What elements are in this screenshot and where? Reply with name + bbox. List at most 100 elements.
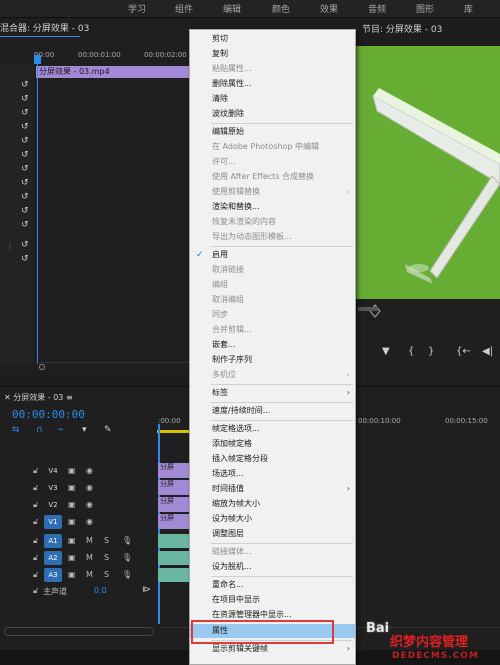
workspace-tab-effects[interactable]: 效果 bbox=[320, 2, 338, 15]
mute-button[interactable]: M bbox=[86, 553, 93, 562]
reset-icon[interactable]: ↺ bbox=[21, 206, 31, 216]
reset-icon[interactable]: ↺ bbox=[21, 136, 31, 146]
menu-item-replace-with-clip[interactable]: 使用剪辑替换 › bbox=[190, 185, 355, 199]
lock-icon[interactable]: 🔓︎ bbox=[33, 553, 38, 563]
timeline-title[interactable]: ✕ 分屏效果 - 03 ≡ bbox=[4, 392, 73, 403]
add-marker-icon[interactable]: ▼ bbox=[382, 346, 390, 357]
workspace-tab-libraries[interactable]: 库 bbox=[464, 2, 473, 15]
panel-menu-icon[interactable]: ≡ bbox=[66, 393, 73, 402]
workspace-tab-color[interactable]: 颜色 bbox=[272, 2, 290, 15]
lock-icon[interactable]: 🔓︎ bbox=[33, 466, 38, 476]
microphone-icon[interactable]: 🎙︎ bbox=[122, 536, 132, 545]
workspace-tab-learn[interactable]: 学习 bbox=[128, 2, 146, 15]
track-target-a1[interactable]: A1 bbox=[44, 534, 62, 548]
menu-item-edit-original[interactable]: 编辑原始 bbox=[190, 125, 355, 139]
menu-item-adjustment-layer[interactable]: 调整图层 bbox=[190, 527, 355, 541]
menu-item-ripple-delete[interactable]: 波纹删除 bbox=[190, 107, 355, 121]
reset-icon[interactable]: ↺ bbox=[21, 94, 31, 104]
lock-icon[interactable]: 🔓︎ bbox=[33, 500, 38, 510]
workspace-tab-editing[interactable]: 编辑 bbox=[223, 2, 241, 15]
effect-controls-scrollbar[interactable] bbox=[36, 362, 190, 370]
eye-icon[interactable]: ◉ bbox=[86, 483, 93, 492]
lock-icon[interactable]: 🔓︎ bbox=[33, 536, 38, 546]
lock-icon[interactable]: 🔓︎ bbox=[33, 586, 38, 596]
sync-lock-icon[interactable]: ▣ bbox=[68, 466, 76, 475]
reset-icon[interactable]: ↺ bbox=[21, 220, 31, 230]
menu-item-nest[interactable]: 嵌套... bbox=[190, 338, 355, 352]
eye-icon[interactable]: ◉ bbox=[86, 500, 93, 509]
menu-item-insert-frame-hold-segment[interactable]: 插入帧定格分段 bbox=[190, 452, 355, 466]
menu-item-license[interactable]: 许可... bbox=[190, 155, 355, 169]
menu-item-reveal-in-project[interactable]: 在项目中显示 bbox=[190, 593, 355, 607]
menu-item-time-interpolation[interactable]: 时间插值 › bbox=[190, 482, 355, 496]
track-target-v3[interactable]: V3 bbox=[44, 481, 62, 495]
lock-icon[interactable]: 🔓︎ bbox=[33, 570, 38, 580]
mute-button[interactable]: M bbox=[86, 536, 93, 545]
add-marker-icon[interactable]: ▾ bbox=[82, 425, 87, 435]
snap-magnet-icon[interactable]: ∩ bbox=[36, 425, 43, 435]
microphone-icon[interactable]: 🎙︎ bbox=[122, 553, 132, 562]
menu-item-copy[interactable]: 复制 bbox=[190, 47, 355, 61]
timeline-clip-v3[interactable]: 分屏 bbox=[158, 480, 190, 495]
sync-lock-icon[interactable]: ▣ bbox=[68, 536, 76, 545]
mark-in-icon[interactable]: { bbox=[408, 346, 414, 357]
effect-controls-title[interactable]: 混合器: 分屏效果 - 03 bbox=[0, 21, 89, 35]
timeline-clip-v1[interactable]: 分屏 bbox=[158, 514, 190, 529]
menu-item-frame-hold-options[interactable]: 帧定格选项... bbox=[190, 422, 355, 436]
timeline-clip-v4[interactable]: 分屏 bbox=[158, 463, 190, 478]
effect-controls-ruler[interactable]: 00:00 00:00:01:00 00:00:02:00 bbox=[34, 49, 190, 63]
menu-item-group[interactable]: 编组 bbox=[190, 278, 355, 292]
menu-item-merge-clips[interactable]: 合并剪辑... bbox=[190, 323, 355, 337]
menu-item-rename[interactable]: 重命名... bbox=[190, 578, 355, 592]
reset-icon[interactable]: ↺ bbox=[21, 80, 31, 90]
microphone-icon[interactable]: 🎙︎ bbox=[122, 570, 132, 579]
timeline-timecode[interactable]: 00:00:00:00 bbox=[12, 408, 85, 421]
reset-icon[interactable]: ↺ bbox=[21, 164, 31, 174]
track-target-a3[interactable]: A3 bbox=[44, 568, 62, 582]
track-target-v4[interactable]: V4 bbox=[44, 464, 62, 478]
menu-item-make-subsequence[interactable]: 制作子序列 bbox=[190, 353, 355, 367]
track-target-v2[interactable]: V2 bbox=[44, 498, 62, 512]
playhead-handle[interactable] bbox=[34, 55, 41, 64]
step-back-icon[interactable]: ◀| bbox=[482, 346, 493, 357]
menu-item-add-frame-hold[interactable]: 添加帧定格 bbox=[190, 437, 355, 451]
wrench-icon[interactable]: ✎ bbox=[104, 425, 112, 435]
solo-button[interactable]: S bbox=[104, 553, 109, 562]
sync-lock-icon[interactable]: ▣ bbox=[68, 570, 76, 579]
mark-out-icon[interactable]: } bbox=[428, 346, 434, 357]
menu-item-scale-to-frame-size[interactable]: 缩放为帧大小 bbox=[190, 497, 355, 511]
sync-lock-icon[interactable]: ▣ bbox=[68, 483, 76, 492]
menu-item-show-clip-keyframes[interactable]: 显示剪辑关键帧 › bbox=[190, 642, 355, 656]
sync-lock-icon[interactable]: ▣ bbox=[68, 500, 76, 509]
effect-controls-clip[interactable]: 分屏效果 - 03.mp4 bbox=[36, 66, 190, 78]
solo-button[interactable]: S bbox=[104, 570, 109, 579]
menu-item-multi-camera[interactable]: 多机位 › bbox=[190, 368, 355, 382]
menu-item-remove-attributes[interactable]: 删除属性... bbox=[190, 77, 355, 91]
timeline-left-scrollbar[interactable] bbox=[4, 627, 154, 636]
scroll-handle[interactable] bbox=[39, 364, 45, 370]
master-volume-value[interactable]: 0.0 bbox=[94, 586, 107, 595]
go-to-end-icon[interactable]: ⧐ bbox=[142, 585, 151, 595]
reset-icon[interactable]: ↺ bbox=[21, 240, 31, 250]
menu-item-edit-in-photoshop[interactable]: 在 Adobe Photoshop 中编辑 bbox=[190, 140, 355, 154]
reset-icon[interactable]: ↺ bbox=[21, 192, 31, 202]
track-target-v1[interactable]: V1 bbox=[44, 515, 62, 529]
work-area-bar[interactable] bbox=[157, 430, 190, 433]
eye-icon[interactable]: ◉ bbox=[86, 517, 93, 526]
menu-item-export-motion-graphics-template[interactable]: 导出为动态图形模板... bbox=[190, 230, 355, 244]
sync-lock-icon[interactable]: ▣ bbox=[68, 553, 76, 562]
reset-icon[interactable]: ↺ bbox=[21, 122, 31, 132]
reset-icon[interactable]: ↺ bbox=[21, 150, 31, 160]
eye-icon[interactable]: ◉ bbox=[86, 466, 93, 475]
menu-item-unlink[interactable]: 取消链接 bbox=[190, 263, 355, 277]
menu-item-restore-unrendered[interactable]: 恢复未渲染的内容 bbox=[190, 215, 355, 229]
menu-item-synchronize[interactable]: 同步 bbox=[190, 308, 355, 322]
timeline-clip-a2[interactable] bbox=[158, 551, 190, 565]
sync-lock-icon[interactable]: ▣ bbox=[68, 517, 76, 526]
menu-item-field-options[interactable]: 场选项... bbox=[190, 467, 355, 481]
mute-button[interactable]: M bbox=[86, 570, 93, 579]
menu-item-link-media[interactable]: 链接媒体... bbox=[190, 545, 355, 559]
menu-item-paste-attributes[interactable]: 粘贴属性... bbox=[190, 62, 355, 76]
menu-item-render-and-replace[interactable]: 渲染和替换... bbox=[190, 200, 355, 214]
reset-icon[interactable]: ↺ bbox=[21, 178, 31, 188]
